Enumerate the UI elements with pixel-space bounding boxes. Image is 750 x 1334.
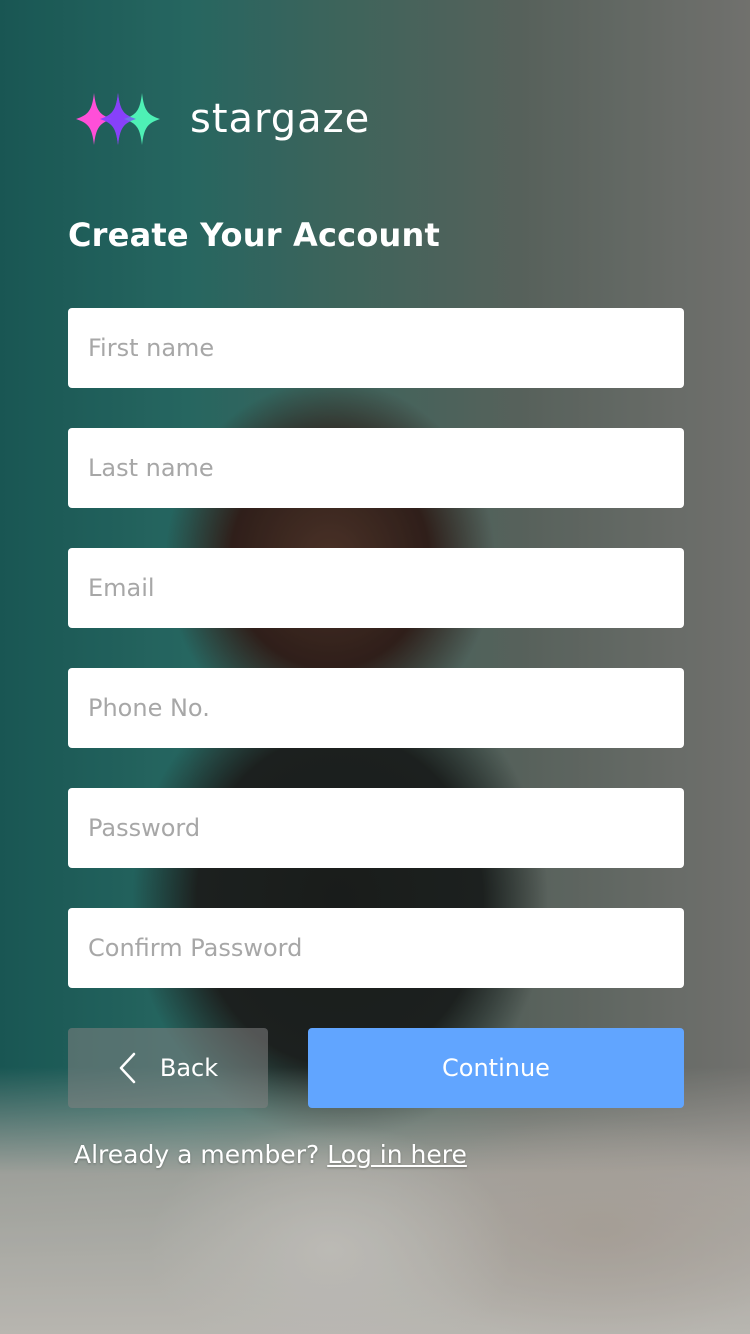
- last-name-input[interactable]: [68, 428, 684, 508]
- chevron-left-icon: [118, 1052, 138, 1084]
- password-input[interactable]: [68, 788, 684, 868]
- login-prompt: Already a member? Log in here: [74, 1140, 467, 1169]
- first-name-input[interactable]: [68, 308, 684, 388]
- signup-screen: stargaze Create Your Account Back Contin…: [0, 0, 750, 1334]
- back-button-label: Back: [159, 1054, 219, 1082]
- back-button[interactable]: Back: [68, 1028, 268, 1108]
- page-title: Create Your Account: [68, 216, 440, 254]
- brand-name: stargaze: [190, 96, 371, 142]
- login-link[interactable]: Log in here: [327, 1140, 467, 1169]
- login-prompt-text: Already a member?: [74, 1140, 320, 1169]
- background-overlay: [0, 0, 750, 1334]
- continue-button-label: Continue: [442, 1054, 550, 1082]
- brand-logo: stargaze: [72, 92, 370, 146]
- phone-input[interactable]: [68, 668, 684, 748]
- email-input[interactable]: [68, 548, 684, 628]
- continue-button[interactable]: Continue: [308, 1028, 684, 1108]
- stargaze-logo-icon: [72, 92, 164, 146]
- confirm-password-input[interactable]: [68, 908, 684, 988]
